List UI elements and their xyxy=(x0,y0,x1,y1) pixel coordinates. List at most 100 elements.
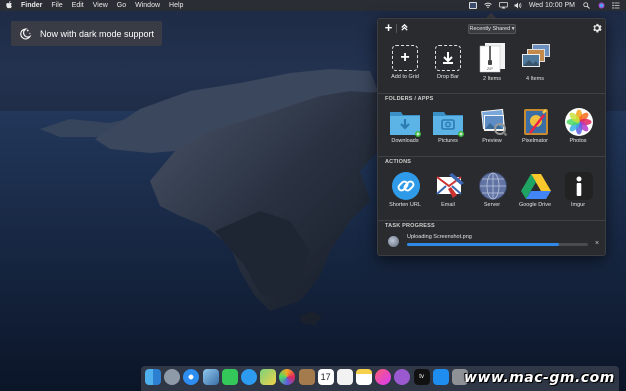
plus-icon[interactable]: + xyxy=(383,21,394,34)
download-box-icon xyxy=(435,45,461,71)
cancel-upload-icon[interactable]: × xyxy=(593,240,601,248)
tile-label: Google Drive xyxy=(518,202,552,208)
globe-server-icon xyxy=(478,171,507,200)
badge-text: Now with dark mode support xyxy=(40,28,155,39)
tile-label: 4 Items xyxy=(525,76,545,82)
menu-help[interactable]: Help xyxy=(169,2,183,9)
downloads-folder-icon xyxy=(390,107,421,137)
airplay-icon[interactable] xyxy=(498,2,508,9)
four-items-tile[interactable]: 4 Items xyxy=(517,41,553,82)
tile-label: Shorten URL xyxy=(389,202,421,208)
add-to-grid-tile[interactable]: + Add to Grid xyxy=(387,45,423,80)
contacts-dock-icon[interactable] xyxy=(298,369,315,385)
notes-dock-icon[interactable] xyxy=(356,369,373,385)
menu-app-name[interactable]: Finder xyxy=(21,2,42,9)
tile-label: 2 Items xyxy=(482,76,502,82)
gear-icon[interactable] xyxy=(591,23,602,34)
siri-icon[interactable] xyxy=(597,2,605,9)
photos-app-icon xyxy=(564,107,593,136)
watermark-text: www.mac-gm.com xyxy=(464,370,615,386)
action-imgur[interactable]: Imgur xyxy=(560,171,596,208)
upload-filename: Uploading Screenshot.png xyxy=(407,234,472,240)
maps-dock-icon[interactable] xyxy=(260,369,277,385)
svg-text:ZIP: ZIP xyxy=(487,66,494,71)
tile-label: Server xyxy=(483,202,501,208)
folders-section-title: FOLDERS / APPS xyxy=(385,96,434,102)
pixelmator-app-icon xyxy=(521,107,549,135)
calendar-dock-icon[interactable]: 17 xyxy=(317,369,334,385)
menu-edit[interactable]: Edit xyxy=(72,2,84,9)
photo-stack-icon xyxy=(518,41,552,73)
task-section-title: TASK PROGRESS xyxy=(385,223,435,229)
tile-label: Email xyxy=(441,202,455,208)
tile-label: Pixelmator xyxy=(522,138,548,144)
actions-section-title: ACTIONS xyxy=(385,159,412,165)
task-progress-row: Uploading Screenshot.png × xyxy=(385,234,599,252)
preview-app-icon xyxy=(478,107,508,137)
recently-shared-dropdown[interactable]: Recently Shared ▾ xyxy=(468,24,516,34)
preview-dock-icon[interactable] xyxy=(202,369,219,385)
apple-tv-dock-icon[interactable]: tv xyxy=(413,369,430,385)
section-divider xyxy=(378,156,605,157)
menu-window[interactable]: Window xyxy=(135,2,160,9)
app-preview[interactable]: Preview xyxy=(474,107,510,144)
folder-pictures[interactable]: Pictures xyxy=(430,107,466,144)
menu-bar: Finder File Edit View Go Window Help Wed… xyxy=(0,0,626,11)
zip-file-icon: ZIP xyxy=(477,41,507,73)
menu-go[interactable]: Go xyxy=(117,2,126,9)
plus-box-icon: + xyxy=(392,45,418,71)
apple-menu-icon[interactable] xyxy=(6,0,15,11)
email-icon xyxy=(434,171,464,199)
collapse-icon[interactable] xyxy=(399,23,410,34)
podcasts-dock-icon[interactable] xyxy=(394,369,411,385)
dropzone-panel: + Recently Shared ▾ + Add to Grid Drop B… xyxy=(377,18,606,256)
link-icon xyxy=(391,171,420,200)
app-store-dock-icon[interactable] xyxy=(432,369,449,385)
tile-label: Pictures xyxy=(438,138,458,144)
google-drive-icon xyxy=(521,171,551,199)
safari-dock-icon[interactable] xyxy=(183,369,200,385)
tile-label: Imgur xyxy=(570,202,586,208)
control-list-icon[interactable] xyxy=(612,2,620,9)
wifi-icon[interactable] xyxy=(484,2,492,9)
photos-dock-icon[interactable] xyxy=(279,369,296,385)
music-dock-icon[interactable] xyxy=(375,369,392,385)
pictures-folder-icon xyxy=(433,107,464,137)
volume-icon[interactable] xyxy=(514,2,522,9)
toolbar-divider xyxy=(396,24,397,33)
panel-toolbar: + Recently Shared ▾ xyxy=(378,19,605,39)
messages-dock-icon[interactable] xyxy=(240,369,257,385)
menu-view[interactable]: View xyxy=(93,2,108,9)
actions-row: Shorten URL Email Server Google Drive Im… xyxy=(378,169,605,219)
tile-label: Drop Bar xyxy=(436,74,459,80)
menu-clock[interactable]: Wed 10:00 PM xyxy=(529,2,575,9)
moon-stars-icon xyxy=(20,28,32,39)
finder-dock-icon[interactable] xyxy=(145,369,161,385)
facetime-dock-icon[interactable] xyxy=(221,369,238,385)
reminders-dock-icon[interactable] xyxy=(336,369,353,385)
app-photos[interactable]: Photos xyxy=(560,107,596,144)
app-status-icon[interactable] xyxy=(468,2,477,9)
tile-label: Preview xyxy=(482,138,502,144)
upload-progress-fill xyxy=(407,243,560,246)
action-shorten-url[interactable]: Shorten URL xyxy=(387,171,423,208)
tile-label: Photos xyxy=(569,138,587,144)
tile-label: Add to Grid xyxy=(391,74,419,80)
search-icon[interactable] xyxy=(582,2,590,9)
action-server[interactable]: Server xyxy=(474,171,510,208)
imgur-icon xyxy=(564,171,593,200)
launchpad-dock-icon[interactable] xyxy=(164,369,181,385)
drop-bar-tile[interactable]: Drop Bar xyxy=(430,45,466,80)
action-google-drive[interactable]: Google Drive xyxy=(517,171,553,208)
two-items-tile[interactable]: ZIP 2 Items xyxy=(474,41,510,82)
folders-row: Downloads Pictures Preview Pixelmator Ph… xyxy=(378,105,605,155)
upload-thumbnail-icon xyxy=(388,236,399,247)
menu-file[interactable]: File xyxy=(51,2,62,9)
tile-label: Downloads xyxy=(391,138,419,144)
section-divider xyxy=(378,220,605,221)
dark-mode-badge: Now with dark mode support xyxy=(11,21,162,46)
upload-progress-bar xyxy=(407,243,588,246)
action-email[interactable]: Email xyxy=(430,171,466,208)
folder-downloads[interactable]: Downloads xyxy=(387,107,423,144)
app-pixelmator[interactable]: Pixelmator xyxy=(517,107,553,144)
